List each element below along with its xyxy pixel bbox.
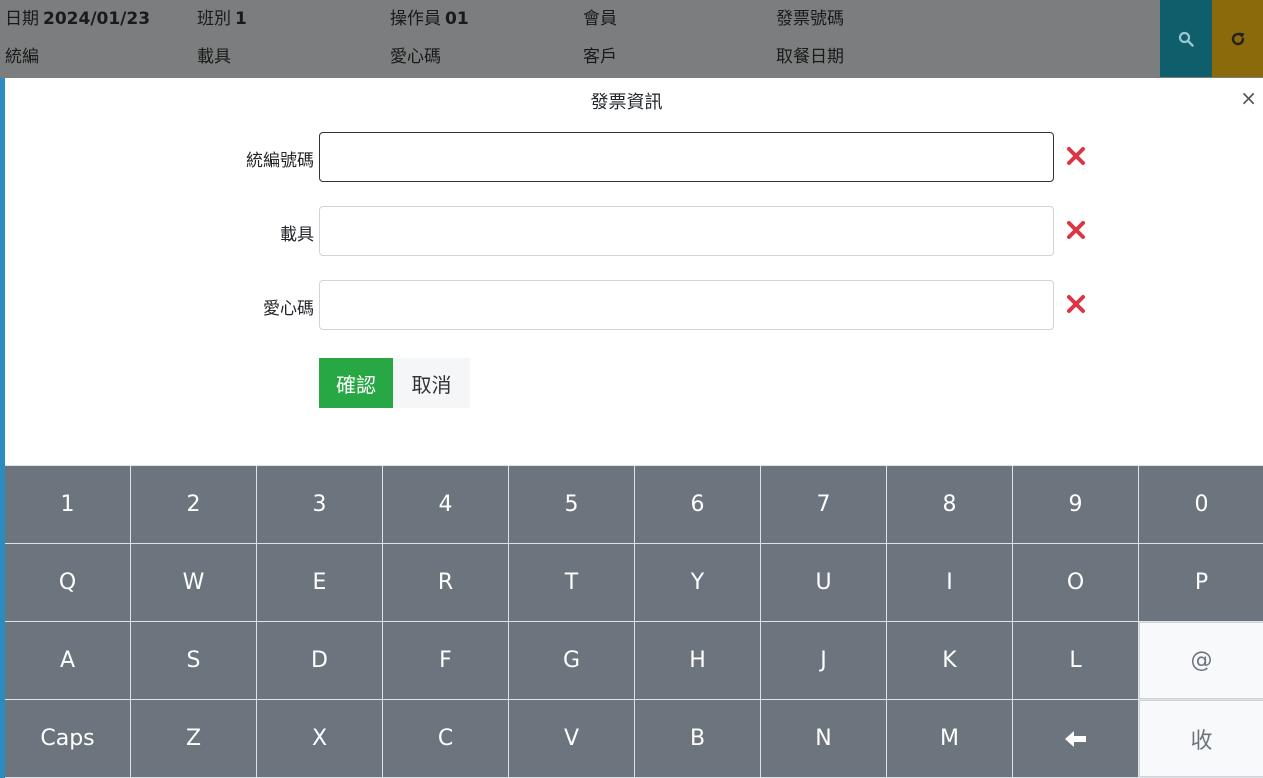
key-at[interactable]: @	[1139, 622, 1263, 699]
clear-donation-code-icon[interactable]	[1065, 293, 1087, 315]
invoice-number-label: 發票號碼	[776, 9, 844, 29]
modal-title: 發票資訊	[590, 92, 663, 113]
member-label: 會員	[583, 9, 617, 29]
key-0[interactable]: 0	[1139, 466, 1263, 543]
key-h[interactable]: H	[635, 622, 760, 699]
operator-info: 操作員 01	[390, 4, 469, 29]
key-f[interactable]: F	[383, 622, 508, 699]
key-z[interactable]: Z	[131, 700, 256, 777]
key-t[interactable]: T	[509, 544, 634, 621]
pickup-date-label: 取餐日期	[776, 47, 844, 67]
key-collapse[interactable]: 收	[1139, 700, 1263, 777]
cancel-button[interactable]: 取消	[393, 358, 470, 408]
key-o[interactable]: O	[1013, 544, 1138, 621]
customer-label: 客戶	[583, 47, 617, 67]
key-7[interactable]: 7	[761, 466, 886, 543]
donation-code-label: 愛心碼	[390, 47, 441, 67]
clear-carrier-icon[interactable]	[1065, 219, 1087, 241]
shift-label: 班別	[197, 9, 231, 29]
shift-value: 1	[235, 9, 247, 29]
key-c[interactable]: C	[383, 700, 508, 777]
key-3[interactable]: 3	[257, 466, 382, 543]
donation-code-field-label: 愛心碼	[263, 299, 314, 319]
key-6[interactable]: 6	[635, 466, 760, 543]
key-j[interactable]: J	[761, 622, 886, 699]
key-q[interactable]: Q	[5, 544, 130, 621]
carrier-input[interactable]	[319, 206, 1054, 256]
carrier-label: 載具	[197, 47, 231, 67]
close-icon[interactable]: ×	[1240, 86, 1257, 110]
key-p[interactable]: P	[1139, 544, 1263, 621]
key-n[interactable]: N	[761, 700, 886, 777]
key-8[interactable]: 8	[887, 466, 1012, 543]
key-i[interactable]: I	[887, 544, 1012, 621]
tax-id-field-label: 統編號碼	[246, 151, 314, 171]
confirm-button[interactable]: 確認	[319, 358, 393, 408]
tax-id-input[interactable]	[319, 132, 1054, 182]
invoice-info-modal: 發票資訊 × 統編號碼 載具 愛心碼 確認 取消	[5, 78, 1263, 465]
key-w[interactable]: W	[131, 544, 256, 621]
key-backspace[interactable]	[1013, 700, 1138, 777]
key-caps[interactable]: Caps	[5, 700, 130, 777]
key-s[interactable]: S	[131, 622, 256, 699]
date-label: 日期	[5, 9, 39, 29]
key-2[interactable]: 2	[131, 466, 256, 543]
search-icon	[1178, 31, 1194, 47]
on-screen-keyboard: 1 2 3 4 5 6 7 8 9 0 Q W E R T Y U I O P …	[5, 465, 1263, 778]
refresh-button[interactable]	[1212, 0, 1263, 77]
key-v[interactable]: V	[509, 700, 634, 777]
refresh-icon	[1231, 32, 1244, 45]
key-y[interactable]: Y	[635, 544, 760, 621]
key-u[interactable]: U	[761, 544, 886, 621]
date-info: 日期 2024/01/23	[5, 4, 150, 29]
operator-value: 01	[445, 9, 469, 29]
carrier-field-label: 載具	[280, 225, 314, 245]
key-x[interactable]: X	[257, 700, 382, 777]
info-bar: 日期 2024/01/23 班別 1 操作員 01 會員 發票號碼 統編 載具 愛心碼…	[0, 0, 1263, 78]
key-5[interactable]: 5	[509, 466, 634, 543]
key-k[interactable]: K	[887, 622, 1012, 699]
key-l[interactable]: L	[1013, 622, 1138, 699]
key-4[interactable]: 4	[383, 466, 508, 543]
shift-info: 班別 1	[197, 4, 247, 29]
key-d[interactable]: D	[257, 622, 382, 699]
key-m[interactable]: M	[887, 700, 1012, 777]
date-value: 2024/01/23	[43, 9, 151, 29]
backspace-arrow-icon	[1064, 730, 1086, 747]
key-g[interactable]: G	[509, 622, 634, 699]
donation-code-input[interactable]	[319, 280, 1054, 330]
key-1[interactable]: 1	[5, 466, 130, 543]
search-button[interactable]	[1160, 0, 1212, 77]
key-a[interactable]: A	[5, 622, 130, 699]
key-b[interactable]: B	[635, 700, 760, 777]
clear-tax-id-icon[interactable]	[1065, 145, 1087, 167]
operator-label: 操作員	[390, 9, 441, 29]
tax-id-label: 統編	[5, 47, 39, 67]
key-e[interactable]: E	[257, 544, 382, 621]
key-9[interactable]: 9	[1013, 466, 1138, 543]
key-r[interactable]: R	[383, 544, 508, 621]
